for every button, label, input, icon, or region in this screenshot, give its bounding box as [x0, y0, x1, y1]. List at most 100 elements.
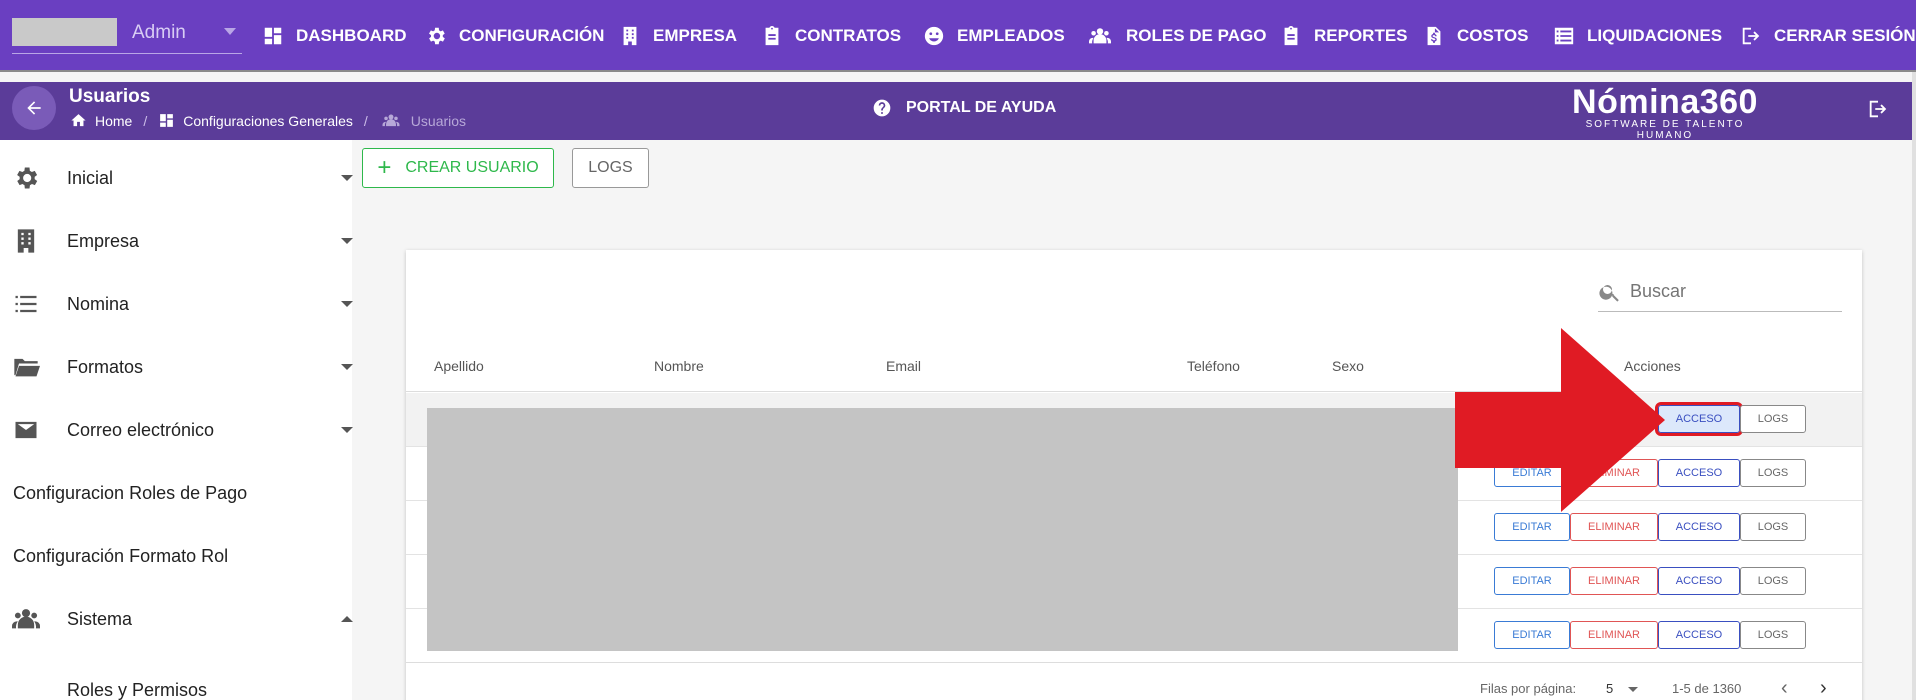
sidebar-item-formatos[interactable]: Formatos	[0, 347, 353, 387]
edit-button[interactable]: EDITAR	[1494, 513, 1570, 541]
list-icon	[1554, 27, 1574, 45]
dashboard-icon	[160, 114, 174, 127]
sidebar-item-roles-permisos[interactable]: Roles y Permisos	[0, 670, 352, 700]
nav-empleados[interactable]: EMPLEADOS	[923, 22, 1065, 50]
chevron-down-icon	[341, 427, 353, 433]
nav-reportes[interactable]: REPORTES	[1280, 22, 1408, 50]
nav-empleados-label: EMPLEADOS	[957, 26, 1065, 45]
create-user-label: CREAR USUARIO	[405, 159, 539, 176]
row-logs-button[interactable]: LOGS	[1740, 621, 1806, 649]
sidebar-item-label: Formatos	[67, 356, 144, 377]
row-actions: EDITAR ELIMINAR ACCESO LOGS	[1494, 621, 1806, 649]
chevron-down-icon[interactable]	[1628, 687, 1638, 692]
redacted-user	[12, 18, 117, 46]
page-title: Usuarios	[69, 86, 151, 107]
chevron-down-icon	[341, 364, 353, 370]
nav-empresa-label: EMPRESA	[653, 26, 738, 45]
next-page-button[interactable]: ›	[1820, 677, 1827, 700]
brand-name: Nómina360	[1572, 83, 1758, 121]
mail-icon	[12, 416, 40, 444]
sidebar-item-label: Sistema	[67, 608, 133, 629]
chevron-down-icon	[224, 28, 236, 35]
rows-per-page-select[interactable]: 5	[1606, 681, 1613, 696]
breadcrumb-current-label: Usuarios	[410, 112, 467, 129]
header-logout-button[interactable]	[1867, 98, 1889, 120]
scrollbar-track[interactable]	[1912, 72, 1916, 700]
arrow-left-icon	[27, 101, 41, 115]
users-icon	[382, 114, 400, 127]
sidebar-item-label: Configuración Formato Rol	[13, 545, 229, 566]
admin-label: Admin	[132, 22, 186, 43]
nav-cerrar-sesion[interactable]: CERRAR SESIÓN	[1740, 22, 1916, 50]
row-logs-button[interactable]: LOGS	[1740, 405, 1806, 433]
search-input[interactable]	[1630, 281, 1830, 302]
delete-button[interactable]: ELIMINAR	[1570, 621, 1658, 649]
page-header: Usuarios Home / Configuraciones Generale…	[0, 82, 1916, 141]
brand-logo: Nómina360 SOFTWARE DE TALENTO HUMANO	[1565, 82, 1765, 141]
logs-button[interactable]: LOGS	[572, 148, 649, 188]
folder-icon	[12, 353, 41, 381]
row-logs-button[interactable]: LOGS	[1740, 513, 1806, 541]
plus-icon: +	[377, 154, 392, 181]
back-button[interactable]	[12, 86, 56, 130]
col-apellido[interactable]: Apellido	[434, 358, 484, 374]
edit-button[interactable]: EDITAR	[1494, 621, 1570, 649]
sidebar-item-config-roles[interactable]: Configuracion Roles de Pago	[0, 473, 352, 513]
nav-liquidaciones[interactable]: LIQUIDACIONES	[1553, 22, 1722, 50]
nav-contratos[interactable]: CONTRATOS	[761, 22, 901, 50]
sidebar-item-sistema[interactable]: Sistema	[0, 599, 353, 639]
sidebar-item-label: Inicial	[67, 167, 114, 188]
sidebar-item-empresa[interactable]: Empresa	[0, 221, 353, 261]
sidebar-item-config-formato-rol[interactable]: Configuración Formato Rol	[0, 536, 352, 576]
logout-icon	[1869, 100, 1887, 118]
access-button[interactable]: ACCESO	[1658, 513, 1740, 541]
col-sexo[interactable]: Sexo	[1332, 358, 1364, 374]
admin-select[interactable]: Admin	[12, 16, 242, 54]
row-logs-button[interactable]: LOGS	[1740, 567, 1806, 595]
sidebar: Inicial Empresa Nomina Formatos Correo e…	[0, 140, 353, 700]
access-button[interactable]: ACCESO	[1655, 402, 1743, 436]
top-navbar: Admin DASHBOARD CONFIGURACIÓN EMPRESA CO…	[0, 0, 1916, 72]
nav-configuracion-label: CONFIGURACIÓN	[459, 26, 605, 45]
edit-button[interactable]: EDITAR	[1494, 567, 1570, 595]
breadcrumb-home[interactable]: Home	[95, 113, 132, 129]
access-button[interactable]: ACCESO	[1658, 567, 1740, 595]
nav-dashboard[interactable]: DASHBOARD	[262, 22, 407, 50]
rows-per-page-label: Filas por página:	[1480, 681, 1577, 696]
nav-empresa[interactable]: EMPRESA	[619, 22, 737, 50]
breadcrumb: Home / Configuraciones Generales / Usuar…	[70, 112, 466, 129]
prev-page-button[interactable]: ‹	[1781, 677, 1788, 700]
search-field[interactable]	[1598, 272, 1842, 312]
access-button[interactable]: ACCESO	[1658, 459, 1740, 487]
help-portal-link[interactable]: PORTAL DE AYUDA	[872, 98, 1056, 118]
sidebar-item-correo[interactable]: Correo electrónico	[0, 410, 353, 450]
users-icon	[12, 605, 40, 633]
col-email[interactable]: Email	[886, 358, 921, 374]
gear-icon	[12, 164, 40, 192]
nav-contratos-label: CONTRATOS	[795, 26, 902, 45]
chevron-down-icon	[341, 238, 353, 244]
delete-button[interactable]: ELIMINAR	[1570, 567, 1658, 595]
clipboard-icon	[765, 25, 779, 46]
row-actions: EDITAR ELIMINAR ACCESO LOGS	[1494, 567, 1806, 595]
sidebar-item-nomina[interactable]: Nomina	[0, 284, 353, 324]
brand-tagline: SOFTWARE DE TALENTO HUMANO	[1585, 119, 1745, 141]
nav-costos-label: COSTOS	[1457, 26, 1529, 45]
breadcrumb-config[interactable]: Configuraciones Generales	[183, 113, 353, 129]
chevron-down-icon	[341, 175, 353, 181]
nav-roles-de-pago[interactable]: ROLES DE PAGO	[1086, 22, 1266, 50]
delete-button[interactable]: ELIMINAR	[1570, 513, 1658, 541]
chevron-down-icon	[341, 301, 353, 307]
sidebar-item-label: Correo electrónico	[67, 419, 215, 440]
face-icon	[924, 26, 944, 46]
sidebar-item-label: Empresa	[67, 230, 140, 251]
access-button[interactable]: ACCESO	[1658, 621, 1740, 649]
nav-configuracion[interactable]: CONFIGURACIÓN	[425, 22, 604, 50]
col-telefono[interactable]: Teléfono	[1187, 358, 1240, 374]
nav-costos[interactable]: COSTOS	[1423, 22, 1528, 50]
sidebar-item-inicial[interactable]: Inicial	[0, 158, 353, 198]
create-user-button[interactable]: + CREAR USUARIO	[362, 148, 554, 188]
nav-liquidaciones-label: LIQUIDACIONES	[1587, 26, 1723, 45]
row-logs-button[interactable]: LOGS	[1740, 459, 1806, 487]
col-nombre[interactable]: Nombre	[654, 358, 704, 374]
